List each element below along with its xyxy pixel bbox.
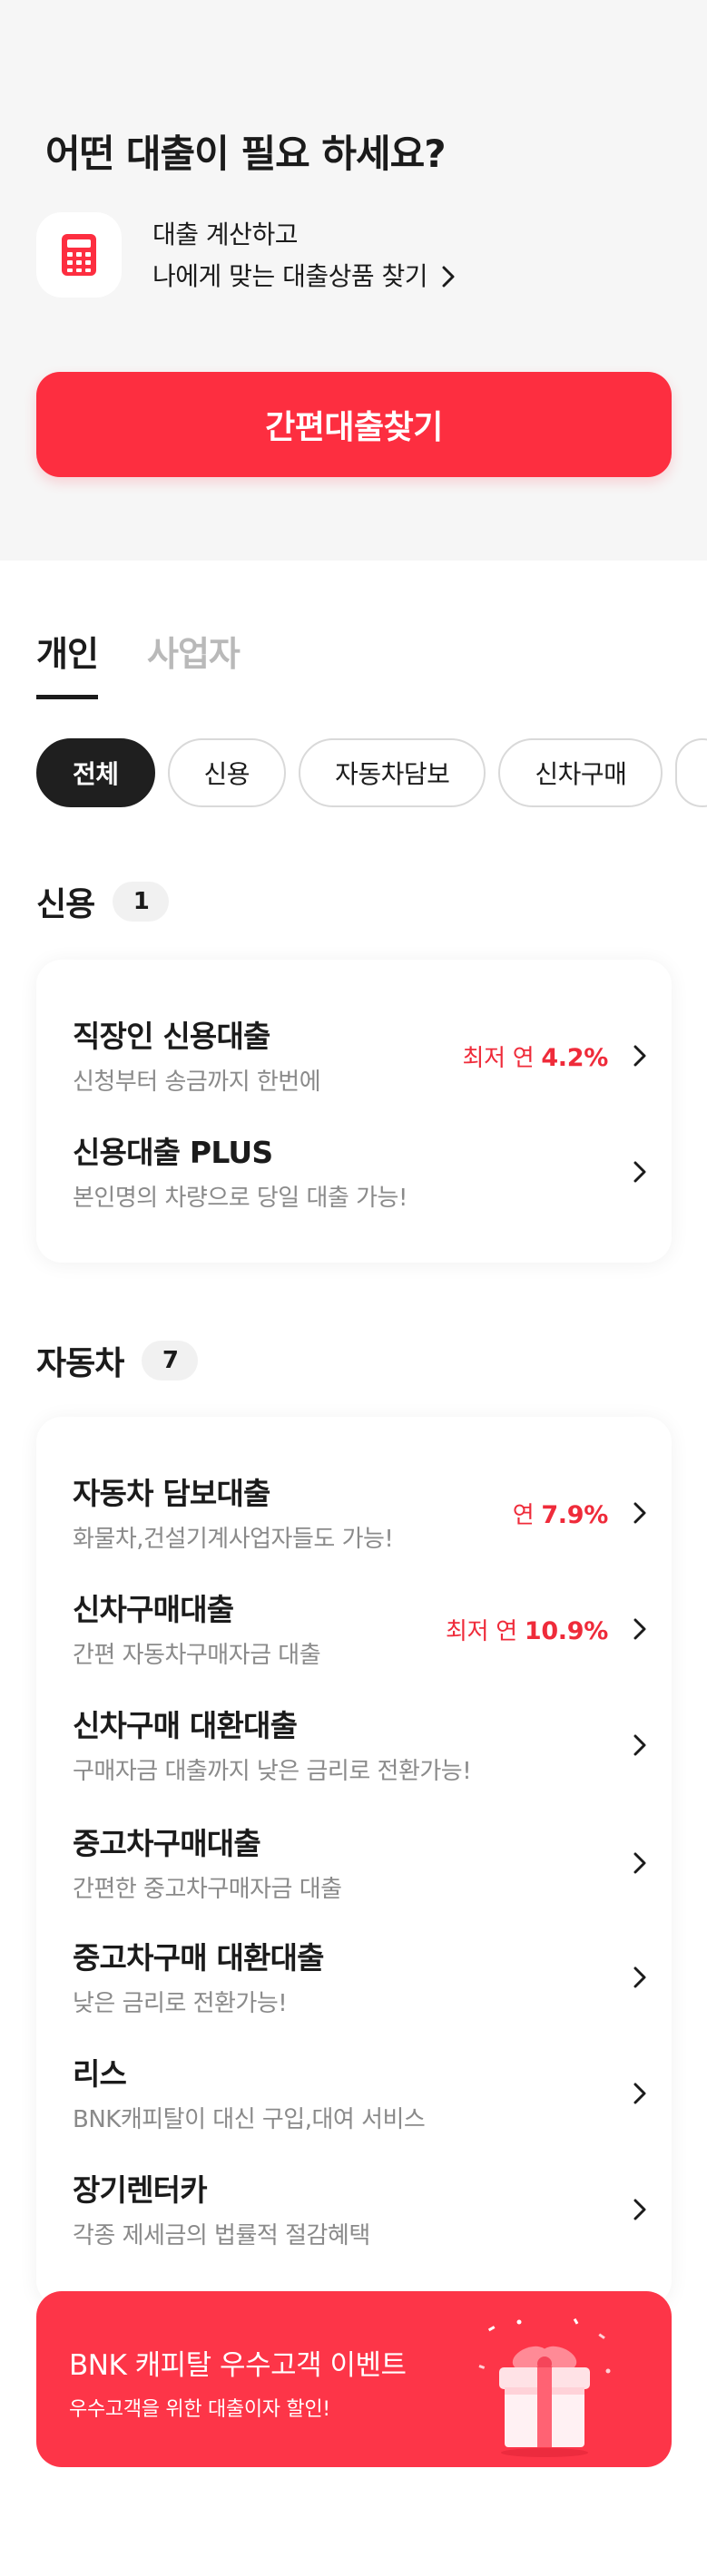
loan-item-title: 리스 bbox=[73, 2056, 127, 2092]
chip-auto-collateral[interactable]: 자동차담보 bbox=[299, 738, 486, 807]
loan-item-title: 장기렌터카 bbox=[73, 2172, 208, 2208]
loan-item-subtitle: 화물차,건설기계사업자들도 가능! bbox=[73, 1526, 394, 1553]
chevron-right-icon bbox=[626, 1154, 653, 1190]
category-filter-chips: 전체 신용 자동차담보 신차구매 bbox=[36, 738, 707, 807]
rate-value: 7.9% bbox=[541, 1501, 608, 1529]
loan-item-new-car-refinance[interactable]: 신차구매 대환대출 구매자금 대출까지 낮은 금리로 전환가능! bbox=[73, 1702, 653, 1801]
chevron-right-icon bbox=[626, 1495, 653, 1531]
section-title-auto: 자동차 7 bbox=[36, 1337, 199, 1384]
active-tab-indicator bbox=[36, 695, 98, 699]
loan-item-long-term-rental[interactable]: 장기렌터카 각종 제세금의 법률적 절감혜택 bbox=[73, 2166, 653, 2266]
loan-item-subtitle: 본인명의 차량으로 당일 대출 가능! bbox=[73, 1185, 408, 1212]
loan-item-subtitle: 간편 자동차구매자금 대출 bbox=[73, 1642, 321, 1669]
calculator-icon-tile[interactable] bbox=[36, 212, 122, 298]
loan-item-title: 자동차 담보대출 bbox=[73, 1476, 270, 1511]
rate-prefix: 최저 연 bbox=[446, 1618, 517, 1645]
loan-item-title: 신차구매 대환대출 bbox=[73, 1708, 298, 1743]
rate-value: 4.2% bbox=[541, 1044, 608, 1072]
page-headline: 어떤 대출이 필요 하세요? bbox=[45, 132, 447, 176]
chevron-right-icon bbox=[442, 266, 455, 288]
loan-calculator-link[interactable]: 대출 계산하고 나에게 맞는 대출상품 찾기 bbox=[152, 214, 455, 298]
section-auto-label: 자동차 bbox=[36, 1345, 124, 1382]
rate-prefix: 연 bbox=[512, 1502, 535, 1529]
loan-item-office-worker-credit[interactable]: 직장인 신용대출 신청부터 송금까지 한번에 최저 연 4.2% bbox=[73, 1012, 653, 1112]
loan-finder-header: 어떤 대출이 필요 하세요? 대출 계산하고 나에게 맞는 대출상품 찾기 간편… bbox=[0, 0, 707, 561]
calc-line-2: 나에게 맞는 대출상품 찾기 bbox=[152, 261, 428, 291]
loan-item-lease[interactable]: 리스 BNK캐피탈이 대신 구입,대여 서비스 bbox=[73, 2050, 653, 2150]
loan-item-rate: 연 7.9% bbox=[512, 1497, 609, 1530]
quick-loan-search-button[interactable]: 간편대출찾기 bbox=[36, 372, 672, 477]
calculator-icon bbox=[62, 234, 96, 276]
chevron-right-icon bbox=[626, 1727, 653, 1763]
loan-item-auto-collateral[interactable]: 자동차 담보대출 화물차,건설기계사업자들도 가능! 연 7.9% bbox=[73, 1469, 653, 1569]
loan-item-rate: 최저 연 10.9% bbox=[446, 1613, 608, 1646]
loan-item-credit-plus[interactable]: 신용대출 PLUS 본인명의 차량으로 당일 대출 가능! bbox=[73, 1128, 653, 1228]
loan-item-subtitle: 신청부터 송금까지 한번에 bbox=[73, 1068, 321, 1096]
tab-personal[interactable]: 개인 bbox=[36, 626, 99, 676]
loan-item-subtitle: 낮은 금리로 전환가능! bbox=[73, 1990, 288, 2017]
chip-all[interactable]: 전체 bbox=[36, 738, 155, 807]
chevron-right-icon bbox=[626, 1611, 653, 1647]
loan-item-title: 신용대출 PLUS bbox=[73, 1135, 273, 1170]
banner-subtitle: 우수고객을 위한 대출이자 할인! bbox=[69, 2398, 330, 2421]
chip-new-car-purchase[interactable]: 신차구매 bbox=[498, 738, 663, 807]
loan-item-title: 중고차구매대출 bbox=[73, 1826, 261, 1861]
chevron-right-icon bbox=[626, 1845, 653, 1881]
section-title-credit: 신용 1 bbox=[36, 878, 170, 925]
loan-item-rate: 최저 연 4.2% bbox=[462, 1039, 609, 1073]
chevron-right-icon bbox=[626, 1959, 653, 1995]
loan-item-subtitle: 구매자금 대출까지 낮은 금리로 전환가능! bbox=[73, 1758, 472, 1785]
section-credit-label: 신용 bbox=[36, 886, 95, 923]
chevron-right-icon bbox=[626, 1038, 653, 1074]
loan-item-subtitle: 간편한 중고차구매자금 대출 bbox=[73, 1876, 342, 1903]
rate-prefix: 최저 연 bbox=[462, 1045, 535, 1072]
loan-item-used-car-refinance[interactable]: 중고차구매 대환대출 낮은 금리로 전환가능! bbox=[73, 1934, 653, 2034]
loan-item-title: 직장인 신용대출 bbox=[73, 1019, 270, 1054]
section-credit-count: 1 bbox=[113, 882, 170, 922]
tab-business[interactable]: 사업자 bbox=[147, 626, 241, 676]
auto-loan-card: 자동차 담보대출 화물차,건설기계사업자들도 가능! 연 7.9% 신차구매대출… bbox=[36, 1417, 672, 2306]
gift-box-icon bbox=[478, 2317, 611, 2457]
chevron-right-icon bbox=[626, 2075, 653, 2112]
credit-loan-card: 직장인 신용대출 신청부터 송금까지 한번에 최저 연 4.2% 신용대출 PL… bbox=[36, 960, 672, 1263]
chip-more[interactable] bbox=[675, 738, 707, 807]
chevron-right-icon bbox=[626, 2191, 653, 2228]
loan-item-title: 중고차구매 대환대출 bbox=[73, 1940, 325, 1976]
loan-item-title: 신차구매대출 bbox=[73, 1592, 234, 1627]
rate-value: 10.9% bbox=[524, 1617, 608, 1645]
vip-event-banner[interactable]: BNK 캐피탈 우수고객 이벤트 우수고객을 위한 대출이자 할인! bbox=[36, 2291, 672, 2467]
loan-item-subtitle: 각종 제세금의 법률적 절감혜택 bbox=[73, 2222, 370, 2249]
calc-line-1: 대출 계산하고 bbox=[152, 220, 298, 249]
loan-item-subtitle: BNK캐피탈이 대신 구입,대여 서비스 bbox=[73, 2106, 426, 2133]
chip-credit[interactable]: 신용 bbox=[167, 738, 287, 807]
loan-item-used-car-purchase[interactable]: 중고차구매대출 간편한 중고차구매자금 대출 bbox=[73, 1820, 653, 1919]
section-auto-count: 7 bbox=[142, 1341, 199, 1381]
banner-title: BNK 캐피탈 우수고객 이벤트 bbox=[69, 2349, 407, 2382]
loan-item-new-car-purchase[interactable]: 신차구매대출 간편 자동차구매자금 대출 최저 연 10.9% bbox=[73, 1586, 653, 1685]
